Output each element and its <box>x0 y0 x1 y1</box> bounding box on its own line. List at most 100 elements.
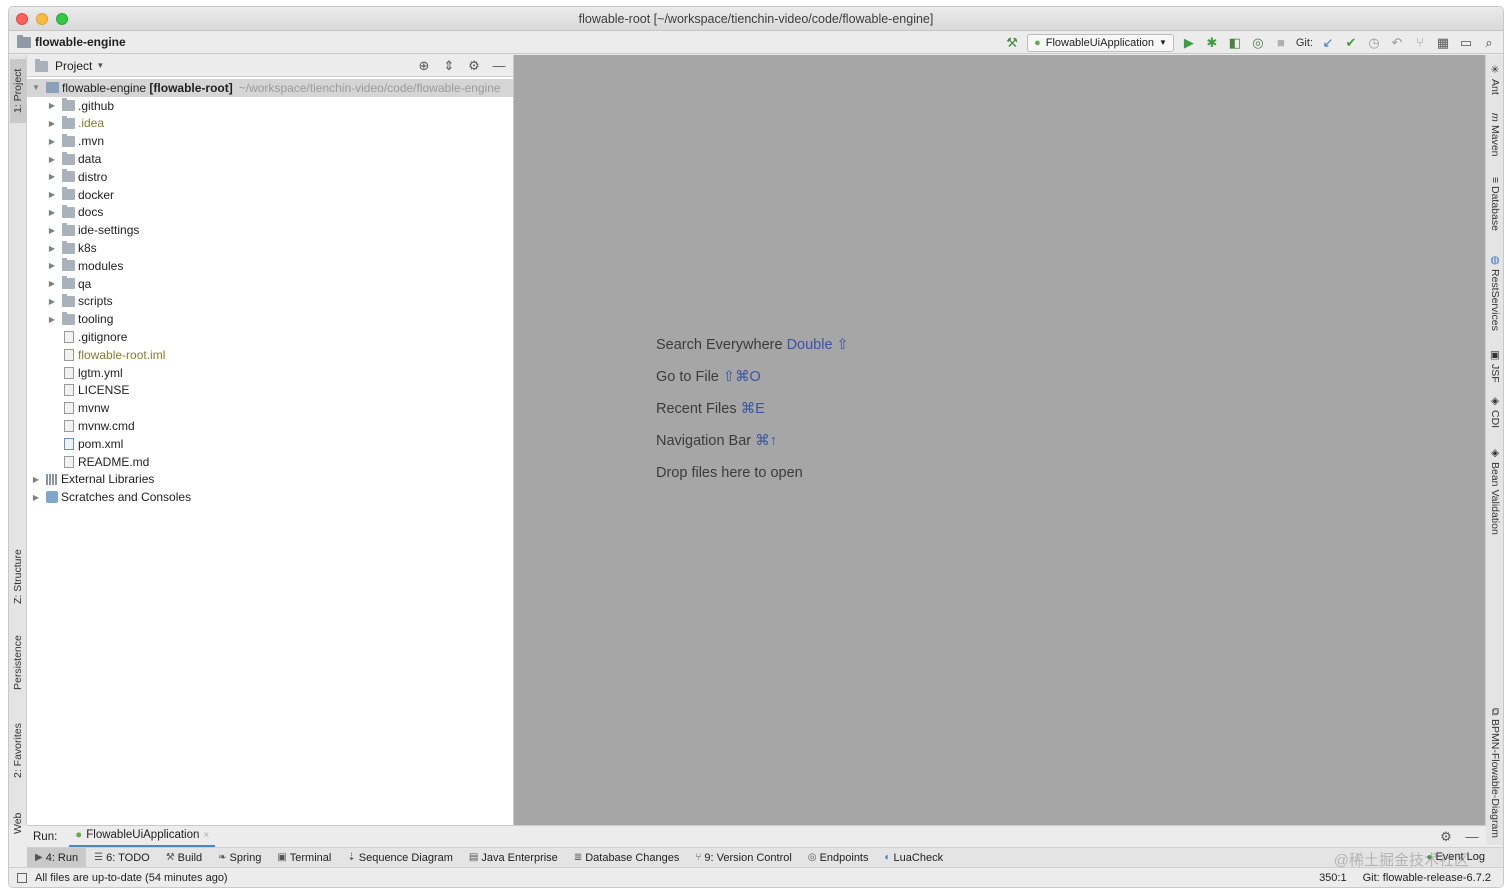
tool-tab-web[interactable]: Web <box>10 803 26 843</box>
close-tab-icon[interactable]: × <box>203 830 209 841</box>
tree-folder[interactable]: ▶ scripts <box>27 293 513 311</box>
tree-folder[interactable]: ▶ docker <box>27 186 513 204</box>
tree-scratches[interactable]: ▶ Scratches and Consoles <box>27 488 513 506</box>
tree-file[interactable]: ▶lgtm.yml <box>27 364 513 382</box>
tool-tab-database[interactable]: ≡ Database <box>1487 171 1503 237</box>
tool-tab-luacheck[interactable]: ◐ LuaCheck <box>877 848 952 867</box>
search-icon[interactable]: ⌕ <box>1481 35 1497 51</box>
tree-file[interactable]: ▶flowable-root.iml <box>27 346 513 364</box>
run-tab-flowableuiapplication[interactable]: ● FlowableUiApplication × <box>69 826 216 848</box>
tree-file[interactable]: ▶mvnw <box>27 399 513 417</box>
git-rollback-icon[interactable]: ↶ <box>1389 35 1405 51</box>
tree-file[interactable]: ▶LICENSE <box>27 382 513 400</box>
tree-folder[interactable]: ▶ distro <box>27 168 513 186</box>
profile-icon[interactable]: ◎ <box>1250 35 1266 51</box>
caret-position[interactable]: 350:1 <box>1319 872 1347 884</box>
tree-folder[interactable]: ▶ tooling <box>27 310 513 328</box>
chevron-right-icon[interactable]: ▶ <box>47 101 57 110</box>
chevron-down-icon[interactable]: ▼ <box>31 83 41 92</box>
tool-tab-bean-validation[interactable]: ◈ Bean Validation <box>1487 445 1503 537</box>
tree-folder[interactable]: ▶ k8s <box>27 239 513 257</box>
hide-panel-icon[interactable]: — <box>1464 829 1480 845</box>
folder-icon <box>17 34 31 48</box>
gear-icon[interactable]: ⚙ <box>1438 829 1454 845</box>
tree-file[interactable]: ▶.gitignore <box>27 328 513 346</box>
project-view-selector[interactable]: Project ▼ <box>35 59 104 73</box>
git-branches-icon[interactable]: ⑂ <box>1412 35 1428 51</box>
tool-tab-favorites-label: 2: Favorites <box>12 723 24 779</box>
tree-folder[interactable]: ▶ modules <box>27 257 513 275</box>
tool-tab-todo[interactable]: ☰ 6: TODO <box>86 848 158 867</box>
tree-folder[interactable]: ▶ .mvn <box>27 132 513 150</box>
chevron-right-icon[interactable]: ▶ <box>31 475 41 484</box>
chevron-right-icon[interactable]: ▶ <box>47 244 57 253</box>
tree-file[interactable]: ▶mvnw.cmd <box>27 417 513 435</box>
tool-tab-project[interactable]: 1: Project <box>10 59 26 123</box>
database-icon: ≣ <box>573 852 583 863</box>
tool-tab-endpoints[interactable]: ◎ Endpoints <box>800 848 877 867</box>
tool-tab-maven[interactable]: m Maven <box>1487 111 1503 159</box>
tool-tab-sequence-diagram[interactable]: ⇣ Sequence Diagram <box>339 848 461 867</box>
git-commit-icon[interactable]: ✔ <box>1343 35 1359 51</box>
toggle-tool-windows-icon[interactable] <box>17 873 27 883</box>
branch-icon: ⑂ <box>695 852 702 863</box>
tool-tab-run[interactable]: ▶ 4: Run <box>27 848 87 867</box>
git-update-icon[interactable]: ↙ <box>1320 35 1336 51</box>
tool-tab-cdi[interactable]: ◈ CDI <box>1487 395 1503 429</box>
tool-tab-bpmn[interactable]: ⧉ BPMN-Flowable-Diagram <box>1487 703 1503 843</box>
chevron-right-icon[interactable]: ▶ <box>47 172 57 181</box>
chevron-right-icon[interactable]: ▶ <box>47 190 57 199</box>
tool-tab-java-enterprise[interactable]: ▤ Java Enterprise <box>461 848 566 867</box>
tree-folder[interactable]: ▶ ide-settings <box>27 221 513 239</box>
chevron-right-icon[interactable]: ▶ <box>47 208 57 217</box>
tree-folder[interactable]: ▶ qa <box>27 275 513 293</box>
nav-project-crumb[interactable]: flowable-engine <box>17 34 126 49</box>
run-icon[interactable]: ▶ <box>1181 35 1197 51</box>
project-structure-icon[interactable]: ▦ <box>1435 35 1451 51</box>
tree-folder[interactable]: ▶ docs <box>27 204 513 222</box>
tree-root-path: ~/workspace/tienchin-video/code/flowable… <box>238 80 501 95</box>
run-config-selector[interactable]: ● FlowableUiApplication ▼ <box>1027 33 1174 52</box>
chevron-right-icon[interactable]: ▶ <box>47 226 57 235</box>
tool-tab-ant[interactable]: ✳ Ant <box>1487 59 1503 99</box>
gear-icon[interactable]: ⚙ <box>466 58 482 74</box>
tool-tab-favorites[interactable]: 2: Favorites <box>10 715 26 787</box>
tool-tab-jsf[interactable]: ▣ JSF <box>1487 349 1503 383</box>
chevron-right-icon[interactable]: ▶ <box>47 297 57 306</box>
hide-panel-icon[interactable]: — <box>491 58 507 74</box>
debug-icon[interactable]: ✱ <box>1204 35 1220 51</box>
chevron-right-icon[interactable]: ▶ <box>47 261 57 270</box>
tree-file[interactable]: ▶README.md <box>27 453 513 471</box>
run-with-coverage-icon[interactable]: ◧ <box>1227 35 1243 51</box>
tree-folder[interactable]: ▶ data <box>27 150 513 168</box>
tree-external-libraries[interactable]: ▶ External Libraries <box>27 471 513 489</box>
tool-tab-database-changes[interactable]: ≣ Database Changes <box>566 848 688 867</box>
tool-tab-build[interactable]: ⚒ Build <box>158 848 210 867</box>
build-hammer-icon[interactable]: ⚒ <box>1004 35 1020 51</box>
editor-empty-area[interactable]: Search Everywhere Double ⇧ Go to File ⇧⌘… <box>514 55 1486 825</box>
tree-root[interactable]: ▼ flowable-engine [flowable-root] ~/work… <box>27 79 513 97</box>
collapse-all-icon[interactable]: ⇕ <box>441 58 457 74</box>
tree-folder[interactable]: ▶ .idea <box>27 115 513 133</box>
presentation-mode-icon[interactable]: ▭ <box>1458 35 1474 51</box>
chevron-right-icon[interactable]: ▶ <box>47 315 57 324</box>
stop-icon[interactable]: ■ <box>1273 35 1289 51</box>
chevron-right-icon[interactable]: ▶ <box>47 279 57 288</box>
tool-tab-restservices[interactable]: ◍ RestServices <box>1487 251 1503 333</box>
tool-tab-terminal[interactable]: ▣ Terminal <box>269 848 339 867</box>
tool-tab-spring[interactable]: ❧ Spring <box>210 848 269 867</box>
chevron-right-icon[interactable]: ▶ <box>47 119 57 128</box>
chevron-right-icon[interactable]: ▶ <box>47 155 57 164</box>
tool-tab-structure[interactable]: Z: Structure <box>10 541 26 613</box>
folder-icon <box>62 258 75 272</box>
tree-file[interactable]: ▶pom.xml <box>27 435 513 453</box>
leaf-icon: ❧ <box>218 852 227 863</box>
chevron-right-icon[interactable]: ▶ <box>47 137 57 146</box>
tool-tab-persistence[interactable]: Persistence <box>10 627 26 699</box>
tree-folder[interactable]: ▶ .github <box>27 97 513 115</box>
git-branch[interactable]: Git: flowable-release-6.7.2 <box>1363 872 1491 884</box>
locate-file-icon[interactable]: ⊕ <box>416 58 432 74</box>
chevron-right-icon[interactable]: ▶ <box>31 493 41 502</box>
git-history-icon[interactable]: ◷ <box>1366 35 1382 51</box>
tool-tab-version-control[interactable]: ⑂ 9: Version Control <box>687 848 799 867</box>
